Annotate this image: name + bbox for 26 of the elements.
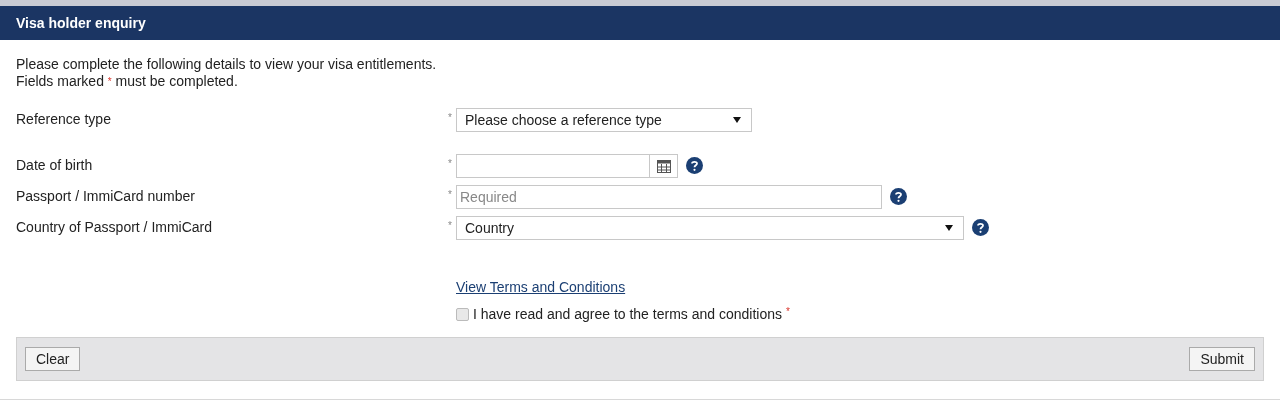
- select-field[interactable]: Country: [456, 216, 964, 240]
- checkbox[interactable]: [456, 308, 469, 321]
- agree-label: I have read and agree to the terms and conditions: [473, 305, 782, 324]
- form-button[interactable]: Submit: [1189, 347, 1255, 371]
- required-note: Fields marked * must be completed.: [16, 73, 239, 90]
- required-marker: *: [448, 219, 453, 233]
- panel-title: Visa holder enquiry: [16, 13, 146, 33]
- caret-icon: [945, 225, 953, 231]
- help-icon[interactable]: [890, 188, 907, 205]
- field-label: Passport / ImmiCard number: [16, 187, 196, 206]
- text-field[interactable]: Required: [456, 185, 882, 209]
- required-marker: *: [448, 157, 453, 171]
- field-label: Date of birth: [16, 156, 94, 175]
- field-label: Country of Passport / ImmiCard: [16, 218, 214, 237]
- required-marker: *: [448, 188, 453, 202]
- terms-link[interactable]: View Terms and Conditions: [456, 277, 626, 298]
- form-button[interactable]: Clear: [25, 347, 81, 371]
- help-icon[interactable]: [972, 219, 989, 236]
- required-marker: *: [786, 305, 790, 319]
- caret-icon: [733, 117, 741, 123]
- required-marker: *: [448, 111, 453, 125]
- intro-text: Please complete the following details to view your visa entitlements.: [16, 56, 438, 73]
- date-field[interactable]: [456, 154, 678, 178]
- select-field[interactable]: Please choose a reference type: [456, 108, 752, 132]
- field-label: Reference type: [16, 110, 112, 129]
- help-icon[interactable]: [686, 157, 703, 174]
